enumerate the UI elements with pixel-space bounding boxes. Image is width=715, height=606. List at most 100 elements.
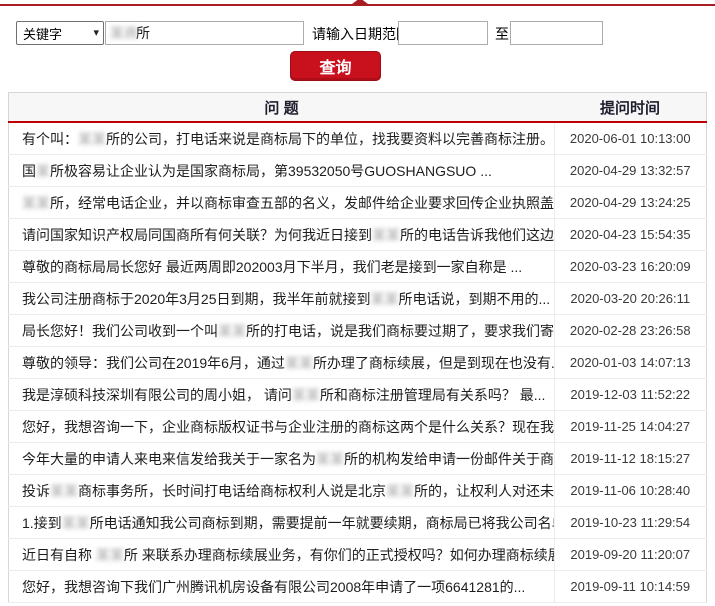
redacted-text: 某某 [61,514,90,531]
redacted-text: 某某 [284,354,313,371]
question-text[interactable]: 今年大量的申请人来电来信发给我关于一家名为某某所的机构发给申请一份邮件关于商标续… [8,442,554,475]
table-row[interactable]: 您好，我想咨询一下，企业商标版权证书与企业注册的商标这两个是什么关系？现在我企业… [8,410,707,443]
question-text-segment: 所的，让权利人对还未到续... [414,482,554,499]
question-text[interactable]: 我是淳硕科技深圳有限公司的周小姐， 请问某某所和商标注册管理局有关系吗？ 最..… [8,378,554,411]
question-text[interactable]: 尊敬的领导：我们公司在2019年6月，通过某某所办理了商标续展，但是到现在也没有… [8,346,554,379]
redacted-text: 某某 [291,386,320,403]
question-text[interactable]: 有个叫：某某所的公司，打电话来说是商标局下的单位，找我要资料以完善商标注册。但我… [8,122,554,155]
question-text[interactable]: 1.接到某某所电话通知我公司商标到期，需要提前一年就要续期，商标局已将我公司名单… [8,506,554,539]
button-row: 查询 [0,51,715,81]
search-field-select-value: 关键字 [23,26,63,42]
redacted-text: 某某 [78,130,106,147]
question-text-segment: 今年大量的申请人来电来信发给我关于一家名为 [22,450,316,467]
table-row[interactable]: 尊敬的商标局局长您好 最近两周即202003月下半月，我们老是接到一家自称是 .… [8,250,707,283]
question-text-segment: 尊敬的商标局局长您好 最近两周即202003月下半月，我们老是接到一家自称是 .… [22,258,523,275]
question-time: 2020-03-20 20:26:11 [553,282,707,315]
question-column-header: 问 题 [8,92,554,123]
question-text-segment: 所的电话告诉我他们这边是知... [400,226,554,243]
top-divider [0,0,715,6]
date-to-input[interactable] [510,21,603,45]
question-text-segment: 所 来联系办理商标续展业务，有你们的正式授权吗？如何办理商标续展... [123,546,554,563]
question-text-segment: 商标事务所，长时间打电话给商标权利人说是北京 [78,482,386,499]
table-header-row: 问 题 提问时间 [8,92,707,123]
question-time: 2019-09-11 10:14:59 [553,570,707,603]
question-text[interactable]: 您好，我想咨询一下，企业商标版权证书与企业注册的商标这两个是什么关系？现在我企业… [8,410,554,443]
table-row[interactable]: 1.接到某某所电话通知我公司商标到期，需要提前一年就要续期，商标局已将我公司名单… [8,506,707,539]
search-field-select[interactable]: 关键字 ▾ [16,21,104,45]
table-row[interactable]: 有个叫：某某所的公司，打电话来说是商标局下的单位，找我要资料以完善商标注册。但我… [8,122,707,155]
question-text[interactable]: 局长您好！我们公司收到一个叫某某所的打电话，说是我们商标要过期了，要求我们寄资料… [8,314,554,347]
question-time: 2019-12-03 11:52:22 [553,378,707,411]
redacted-text: 某某 [370,290,399,307]
date-from-input[interactable] [398,21,488,45]
question-text[interactable]: 尊敬的商标局局长您好 最近两周即202003月下半月，我们老是接到一家自称是 .… [8,250,554,283]
question-text-segment: 请问国家知识产权局同国商所有何关联？为何我近日接到 [22,226,372,243]
redacted-text: 某某 [316,450,344,467]
time-column-header: 提问时间 [554,92,707,123]
table-row[interactable]: 某某所，经常电话企业，并以商标审查五部的名义，发邮件给企业要求回传企业执照盖章扫… [8,186,707,219]
question-text-segment: 有个叫： [22,130,78,147]
question-table: 问 题 提问时间 有个叫：某某所的公司，打电话来说是商标局下的单位，找我要资料以… [8,92,707,603]
table-row[interactable]: 投诉某某商标事务所，长时间打电话给商标权利人说是北京某某所的，让权利人对还未到续… [8,474,707,507]
question-text-segment: 所的打电话，说是我们商标要过期了，要求我们寄资料... [246,322,554,339]
redacted-text: 某商 [110,25,138,41]
redacted-text: 某 [36,162,50,179]
table-row[interactable]: 我是淳硕科技深圳有限公司的周小姐， 请问某某所和商标注册管理局有关系吗？ 最..… [8,378,707,411]
chevron-down-icon: ▾ [93,26,99,39]
question-text-segment: 近日有自称 [22,546,96,563]
question-time: 2019-10-23 11:29:54 [553,506,707,539]
question-text-segment: 所的机构发给申请一份邮件关于商标续... [344,450,554,467]
search-button[interactable]: 查询 [290,51,381,81]
redacted-text: 某某 [50,482,78,499]
question-time: 2020-04-23 15:54:35 [553,218,707,251]
question-time: 2020-04-29 13:32:57 [553,154,707,187]
question-time: 2019-11-12 18:15:27 [553,442,707,475]
table-row[interactable]: 我公司注册商标于2020年3月25日到期，我半年前就接到某某所电话说，到期不用的… [8,282,707,315]
table-row[interactable]: 国某所极容易让企业认为是国家商标局，第39532050号GUOSHANGSUO … [8,154,707,187]
redacted-text: 某某 [372,226,400,243]
question-text[interactable]: 请问国家知识产权局同国商所有何关联？为何我近日接到某某所的电话告诉我他们这边是知… [8,218,554,251]
table-row[interactable]: 今年大量的申请人来电来信发给我关于一家名为某某所的机构发给申请一份邮件关于商标续… [8,442,707,475]
question-table-body: 有个叫：某某所的公司，打电话来说是商标局下的单位，找我要资料以完善商标注册。但我… [8,122,707,603]
question-time: 2020-03-23 16:20:09 [553,250,707,283]
to-label: 至 [495,26,509,42]
question-text[interactable]: 投诉某某商标事务所，长时间打电话给商标权利人说是北京某某所的，让权利人对还未到续… [8,474,554,507]
redacted-text: 某某 [386,482,414,499]
question-text-segment: 我是淳硕科技深圳有限公司的周小姐， 请问 [22,386,292,403]
question-text[interactable]: 您好，我想咨询下我们广州腾讯机房设备有限公司2008年申请了一项6641281的… [8,570,554,603]
question-time: 2019-09-20 11:20:07 [553,538,707,571]
question-text-segment: 我公司注册商标于2020年3月25日到期，我半年前就接到 [22,290,371,307]
question-time: 2020-04-29 13:24:25 [553,186,707,219]
keyword-input[interactable]: 某商所 [105,21,304,45]
question-text-segment: 所和商标注册管理局有关系吗？ 最... [319,386,546,403]
question-text-segment: 您好，我想咨询下我们广州腾讯机房设备有限公司2008年申请了一项6641281的… [22,578,526,595]
question-text-segment: 尊敬的领导：我们公司在2019年6月，通过 [22,354,285,371]
redacted-text: 某某 [218,322,246,339]
question-time: 2020-06-01 10:13:00 [553,122,707,155]
up-arrow-marker [352,0,368,4]
question-text-segment: 所电话通知我公司商标到期，需要提前一年就要续期，商标局已将我公司名单... [89,514,554,531]
question-time: 2020-01-03 14:07:13 [553,346,707,379]
question-time: 2019-11-06 10:28:40 [553,474,707,507]
question-text-segment: 局长您好！我们公司收到一个叫 [22,322,218,339]
redacted-text: 某某 [22,194,50,211]
table-row[interactable]: 您好，我想咨询下我们广州腾讯机房设备有限公司2008年申请了一项6641281的… [8,570,707,603]
question-text-segment: 所，经常电话企业，并以商标审查五部的名义，发邮件给企业要求回传企业执照盖章扫..… [50,194,554,211]
question-text-segment: 所的公司，打电话来说是商标局下的单位，找我要资料以完善商标注册。但我... [106,130,554,147]
search-form: 关键字 ▾ 某商所 请输入日期范围 至 [16,21,706,45]
question-text-segment: 所极容易让企业认为是国家商标局，第39532050号GUOSHANGSUO ..… [50,162,492,179]
question-text[interactable]: 近日有自称 某某所 来联系办理商标续展业务，有你们的正式授权吗？如何办理商标续展… [8,538,554,571]
redacted-text: 某某 [95,546,124,563]
question-time: 2019-11-25 14:04:27 [553,410,707,443]
table-row[interactable]: 局长您好！我们公司收到一个叫某某所的打电话，说是我们商标要过期了，要求我们寄资料… [8,314,707,347]
date-range-label: 请输入日期范围 [312,26,410,42]
question-text[interactable]: 我公司注册商标于2020年3月25日到期，我半年前就接到某某所电话说，到期不用的… [8,282,554,315]
question-text-segment: 国 [22,162,36,179]
table-row[interactable]: 尊敬的领导：我们公司在2019年6月，通过某某所办理了商标续展，但是到现在也没有… [8,346,707,379]
question-text[interactable]: 国某所极容易让企业认为是国家商标局，第39532050号GUOSHANGSUO … [8,154,554,187]
table-row[interactable]: 请问国家知识产权局同国商所有何关联？为何我近日接到某某所的电话告诉我他们这边是知… [8,218,707,251]
table-row[interactable]: 近日有自称 某某所 来联系办理商标续展业务，有你们的正式授权吗？如何办理商标续展… [8,538,707,571]
question-time: 2020-02-28 23:26:58 [553,314,707,347]
keyword-input-value: 所 [136,25,150,41]
question-text[interactable]: 某某所，经常电话企业，并以商标审查五部的名义，发邮件给企业要求回传企业执照盖章扫… [8,186,554,219]
